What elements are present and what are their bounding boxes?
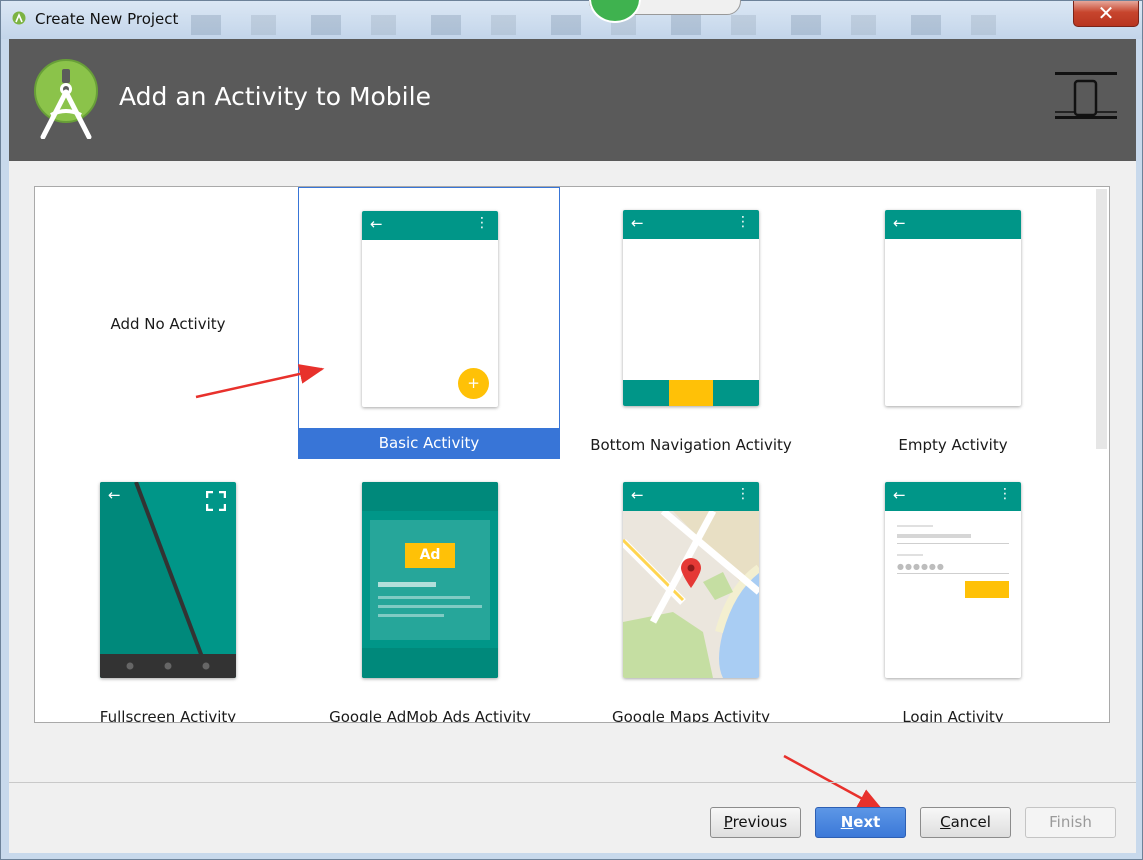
bottom-nav-bar — [623, 380, 759, 406]
tile-label: Google Maps Activity — [612, 708, 770, 723]
tile-empty-activity[interactable]: ← Empty Activity — [822, 187, 1084, 459]
preview-app-bar: ← ⋮ — [623, 482, 759, 511]
tile-fullscreen-activity[interactable]: ← Fullscreen Activity — [37, 459, 299, 723]
tile-label: Basic Activity — [299, 428, 559, 458]
tile-google-maps-activity[interactable]: ← ⋮ Google Maps Activity — [560, 459, 822, 723]
cancel-button[interactable]: Cancel — [920, 807, 1011, 838]
preview-app-bar: ← ⋮ — [885, 482, 1021, 511]
phone-form-factor-icon — [1055, 72, 1117, 119]
android-studio-logo-icon — [34, 59, 98, 139]
login-field-underline — [897, 573, 1009, 574]
ad-line — [378, 596, 470, 599]
preview-app-bar: ← — [885, 210, 1021, 239]
gallery-scrollbar[interactable] — [1096, 189, 1107, 449]
tile-label: Login Activity — [902, 708, 1004, 723]
dialog-content: Add an Activity to Mobile Add No Activit… — [9, 39, 1136, 853]
tile-add-no-activity[interactable]: Add No Activity — [37, 189, 299, 461]
login-email-line — [897, 534, 971, 538]
dialog-window: Create New Project ✕ Add an Activity to … — [0, 0, 1143, 860]
back-arrow-icon: ← — [370, 215, 383, 233]
bottom-nav-active-item — [669, 380, 713, 406]
fullscreen-diagonal-art — [100, 482, 236, 678]
tile-label: Google AdMob Ads Activity — [329, 708, 531, 723]
login-field-hint — [897, 554, 923, 556]
tile-basic-activity[interactable]: ← ⋮ + Basic Activity — [298, 187, 560, 459]
ad-line — [378, 614, 444, 617]
overflow-menu-icon: ⋮ — [736, 214, 750, 230]
basic-activity-preview: ← ⋮ + — [362, 211, 498, 407]
back-arrow-icon: ← — [631, 214, 644, 232]
back-arrow-icon: ← — [631, 486, 644, 504]
back-arrow-icon: ← — [893, 214, 906, 232]
title-bar[interactable]: Create New Project ✕ — [1, 0, 1142, 39]
tile-label: Add No Activity — [110, 315, 226, 333]
tile-bottom-navigation-activity[interactable]: ← ⋮ Bottom Navigation Activity — [560, 187, 822, 459]
fullscreen-preview: ← — [100, 482, 236, 678]
finish-button[interactable]: Finish — [1025, 807, 1116, 838]
fab-add-icon: + — [458, 368, 489, 399]
close-window-button[interactable]: ✕ — [1073, 1, 1139, 27]
ad-line — [378, 605, 482, 608]
next-button[interactable]: Next — [815, 807, 906, 838]
maps-preview: ← ⋮ — [623, 482, 759, 678]
preview-app-bar: ← ⋮ — [362, 211, 498, 240]
fullscreen-icon — [206, 491, 226, 511]
tile-label: Empty Activity — [898, 436, 1008, 454]
ad-badge: Ad — [405, 543, 455, 568]
login-field-hint — [897, 525, 933, 527]
bottom-navigation-preview: ← ⋮ — [623, 210, 759, 406]
activity-gallery[interactable]: Add No Activity ← ⋮ + Basic Activity ← ⋮… — [34, 186, 1110, 723]
admob-preview: Ad — [362, 482, 498, 678]
overflow-menu-icon: ⋮ — [475, 215, 489, 231]
empty-activity-preview: ← — [885, 210, 1021, 406]
close-icon: ✕ — [1097, 1, 1115, 25]
ad-card: Ad — [370, 520, 490, 640]
back-arrow-icon: ← — [893, 486, 906, 504]
preview-app-bar: ← ⋮ — [623, 210, 759, 239]
header-banner: Add an Activity to Mobile — [9, 39, 1136, 161]
login-submit-preview — [965, 581, 1009, 598]
back-arrow-icon: ← — [108, 486, 121, 504]
page-title: Add an Activity to Mobile — [119, 82, 431, 111]
login-field-underline — [897, 543, 1009, 544]
previous-button[interactable]: Previous — [710, 807, 801, 838]
window-title: Create New Project — [35, 10, 179, 28]
map-pin-icon — [681, 558, 701, 588]
ad-bottom-bar — [362, 648, 498, 678]
android-studio-small-icon — [12, 11, 26, 25]
preview-app-bar — [362, 482, 498, 511]
tile-admob-ads-activity[interactable]: Ad Google AdMob Ads Activity — [299, 459, 561, 723]
ad-line — [378, 582, 436, 587]
overflow-menu-icon: ⋮ — [736, 486, 750, 502]
login-password-dots: ●●●●●● — [897, 562, 945, 571]
overflow-menu-icon: ⋮ — [998, 486, 1012, 502]
tile-label: Bottom Navigation Activity — [590, 436, 792, 454]
tile-label: Fullscreen Activity — [99, 708, 237, 723]
tile-login-activity[interactable]: ← ⋮ ●●●●●● Login Activity — [822, 459, 1084, 723]
footer-separator — [9, 782, 1136, 783]
login-preview: ← ⋮ ●●●●●● — [885, 482, 1021, 678]
